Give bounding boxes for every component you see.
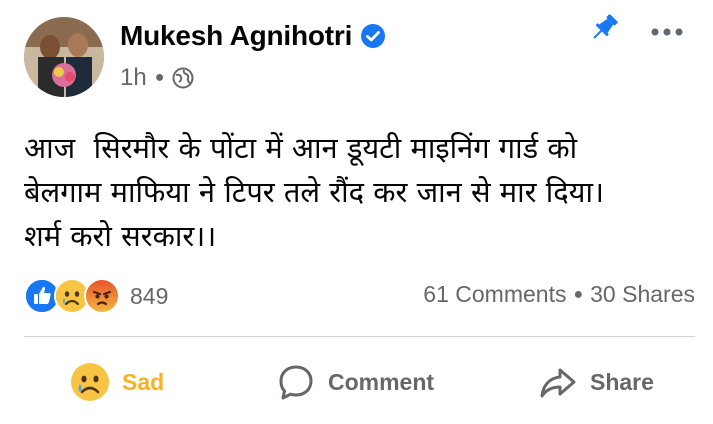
meta-separator: ● <box>154 69 165 86</box>
reaction-count: 849 <box>130 282 169 309</box>
comment-icon <box>279 365 313 400</box>
angry-icon <box>84 278 120 314</box>
reaction-button[interactable]: Sad <box>70 358 164 406</box>
comments-count[interactable]: 61 Comments <box>423 281 566 308</box>
pin-icon[interactable] <box>586 10 622 46</box>
reactions-summary[interactable]: 849 <box>24 278 168 314</box>
globe-icon[interactable] <box>172 67 194 89</box>
sad-icon <box>71 363 109 401</box>
share-button-label: Share <box>590 368 654 395</box>
author-avatar[interactable] <box>24 17 104 97</box>
engagement-counts: 61 Comments ● 30 Shares <box>423 281 695 308</box>
avatar-photo <box>24 17 104 97</box>
author-name[interactable]: Mukesh Agnihotri <box>120 20 352 52</box>
shares-count[interactable]: 30 Shares <box>590 281 695 308</box>
share-icon <box>540 368 576 398</box>
verified-badge-icon <box>360 23 386 49</box>
more-options-icon[interactable] <box>650 22 684 42</box>
author-row: Mukesh Agnihotri <box>120 20 386 52</box>
post-meta: 1h ● <box>120 64 194 92</box>
divider <box>24 336 695 337</box>
comment-button-label: Comment <box>328 368 435 395</box>
post-timestamp[interactable]: 1h <box>120 64 147 92</box>
post-text: आज सिरमौर के पोंटा में आन डूयटी माइनिंग … <box>24 131 604 253</box>
facebook-post: Mukesh Agnihotri 1h ● आज सिरमौर के पोंटा… <box>0 0 713 424</box>
share-button[interactable]: Share <box>538 358 654 406</box>
comment-button[interactable]: Comment <box>276 358 434 406</box>
reaction-button-label: Sad <box>122 368 165 395</box>
engagement-separator: ● <box>573 285 584 303</box>
